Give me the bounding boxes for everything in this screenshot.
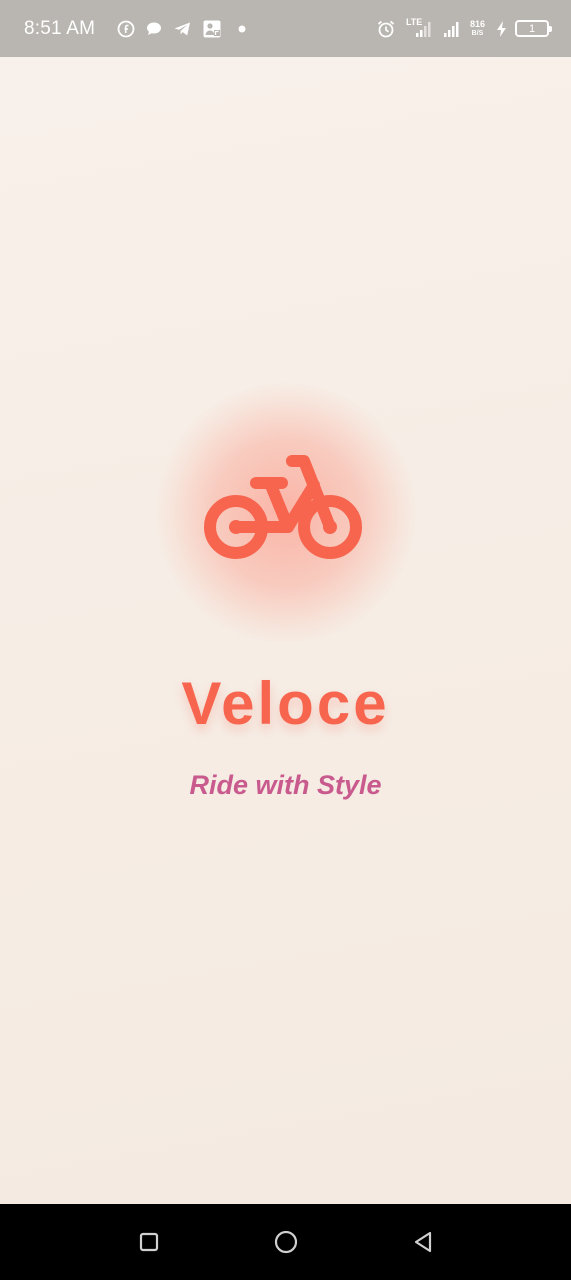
gallery-icon <box>202 19 222 39</box>
splash-screen: Veloce Ride with Style <box>0 57 571 1204</box>
facebook-icon <box>117 20 135 38</box>
network-speed: 816 B/S <box>469 18 485 38</box>
alarm-icon <box>376 19 396 39</box>
navigation-bar <box>0 1204 571 1280</box>
battery-icon: 1 <box>515 20 552 37</box>
charging-icon <box>495 20 509 38</box>
recent-apps-button[interactable] <box>129 1222 169 1262</box>
battery-level: 1 <box>528 22 536 35</box>
status-bar: 8:51 AM LTE 816 B/S 1 <box>0 0 571 57</box>
network-speed-value: 816 <box>469 18 485 29</box>
square-icon <box>139 1232 158 1252</box>
app-title: Veloce <box>181 670 390 737</box>
status-time: 8:51 AM <box>24 17 96 39</box>
status-left: 8:51 AM <box>24 18 246 40</box>
back-triangle-icon <box>414 1231 431 1253</box>
chat-bubble-icon <box>145 20 163 38</box>
lte-signal-icon: LTE <box>405 16 432 39</box>
network-speed-unit: B/S <box>471 29 484 37</box>
app-tagline: Ride with Style <box>189 770 382 800</box>
dot-icon <box>238 25 246 33</box>
back-button[interactable] <box>403 1222 443 1262</box>
lte-label: LTE <box>405 16 423 27</box>
home-button[interactable] <box>266 1222 306 1262</box>
signal-icon <box>442 19 462 39</box>
status-right: LTE 816 B/S 1 <box>366 16 552 39</box>
telegram-icon <box>173 20 192 38</box>
bicycle-icon <box>204 455 362 559</box>
circle-icon <box>274 1230 297 1254</box>
